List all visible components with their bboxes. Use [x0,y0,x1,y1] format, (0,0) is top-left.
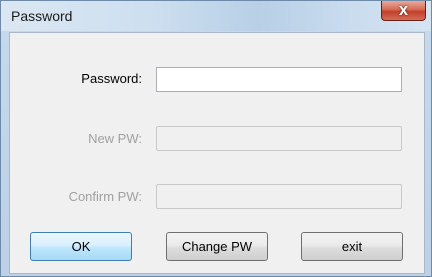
title-bar[interactable]: Password X [1,1,431,31]
exit-button[interactable]: exit [301,232,403,261]
change-pw-button-label: Change PW [181,239,253,254]
confirm-pw-input[interactable] [156,184,402,209]
dialog-body: Password: New PW: Confirm PW: OK Change … [9,32,425,274]
exit-button-label: exit [341,239,363,254]
password-label: Password: [81,71,142,86]
new-pw-label: New PW: [88,131,142,146]
window-title: Password [11,8,73,24]
ok-button-label: OK [71,239,91,254]
close-button[interactable]: X [381,1,426,21]
change-pw-button[interactable]: Change PW [166,232,268,261]
new-pw-input[interactable] [156,126,402,151]
password-dialog: Password X Password: New PW: Confirm PW:… [0,0,432,277]
close-icon: X [398,3,409,18]
password-input[interactable] [156,67,402,92]
confirm-pw-label: Confirm PW: [68,189,142,204]
ok-button[interactable]: OK [30,232,132,261]
